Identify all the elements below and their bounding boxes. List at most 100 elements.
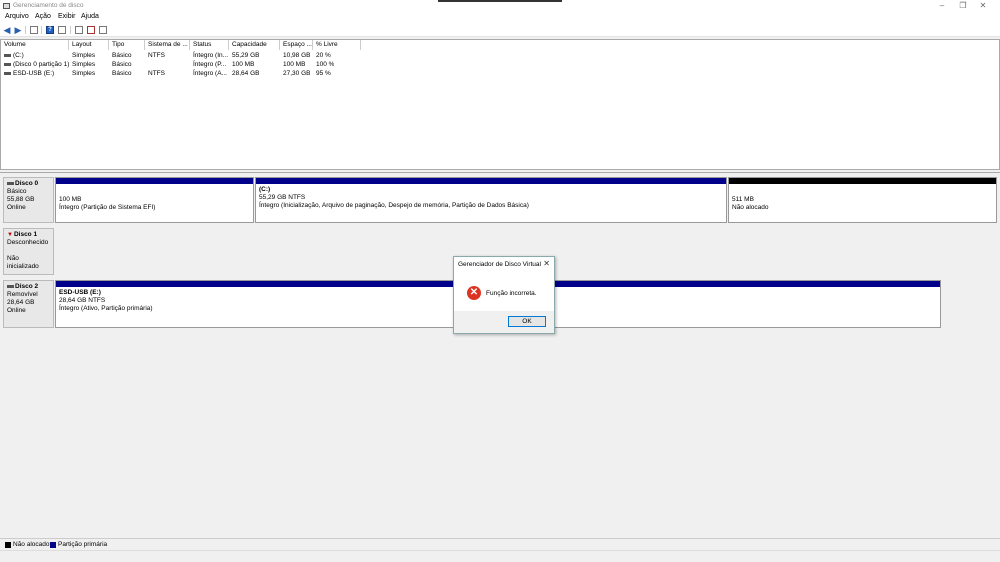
disk-spacer xyxy=(7,247,50,255)
back-arrow-icon[interactable]: ◀ xyxy=(3,26,11,35)
dialog-title: Gerenciador de Disco Virtual xyxy=(458,261,541,268)
disk-icon xyxy=(7,181,14,185)
drive-icon xyxy=(4,62,11,66)
disk-icon xyxy=(7,284,14,288)
menu-bar: Arquivo Ação Exibir Ajuda xyxy=(0,12,1000,23)
primary-partition-swatch xyxy=(50,542,56,548)
drive-icon xyxy=(4,71,11,75)
disk-name: ▼Disco 1 xyxy=(7,231,38,238)
volume-list-header: Volume Layout Tipo Sistema de ... Status… xyxy=(1,40,361,50)
table-row[interactable]: (C:) Simples Básico NTFS Íntegro (In... … xyxy=(1,51,401,60)
layout-cell: Simples xyxy=(72,61,96,68)
toolbar-separator xyxy=(25,26,26,34)
partition-title: (C:) xyxy=(259,186,271,193)
layout-cell: Simples xyxy=(72,70,96,77)
error-icon: ✕ xyxy=(467,286,481,300)
menu-ajuda[interactable]: Ajuda xyxy=(81,13,99,20)
disk-size: 28,64 GB xyxy=(7,299,35,306)
disk-0-label[interactable]: Disco 0 Básico 55,88 GB Online xyxy=(3,177,54,223)
partition-size: 55,29 GB NTFS xyxy=(259,194,306,201)
help-icon[interactable]: ? xyxy=(46,26,54,34)
partition-status: Íntegro (Partição de Sistema EFI) xyxy=(59,204,156,211)
tipo-cell: Básico xyxy=(112,52,132,59)
filesystem-cell: NTFS xyxy=(148,52,165,59)
properties-icon[interactable] xyxy=(58,26,66,34)
status-cell: Íntegro (P... xyxy=(193,61,227,68)
unallocated-space[interactable]: 511 MB Não alocado xyxy=(728,177,997,223)
disk-name: Disco 0 xyxy=(7,180,50,188)
dialog-close-icon[interactable]: ✕ xyxy=(543,259,550,268)
legend-unallocated: Não alocado xyxy=(13,541,50,548)
status-bar xyxy=(0,550,1000,562)
list-view-icon[interactable] xyxy=(99,26,107,34)
legend: Não alocado Partição primária xyxy=(0,538,1000,550)
capacity-cell: 55,29 GB xyxy=(232,52,260,59)
free-space-cell: 10,98 GB xyxy=(283,52,311,59)
menu-arquivo[interactable]: Arquivo xyxy=(5,13,29,20)
error-arrow-icon: ▼ xyxy=(7,232,13,238)
free-space-cell: 100 MB xyxy=(283,61,306,68)
tipo-cell: Básico xyxy=(112,61,132,68)
toolbar-separator xyxy=(41,26,42,34)
volume-cell: ESD-USB (E:) xyxy=(4,69,54,78)
column-espaco[interactable]: Espaço ... xyxy=(280,40,313,50)
efi-partition[interactable]: 100 MB Íntegro (Partição de Sistema EFI) xyxy=(55,177,254,223)
c-partition[interactable]: (C:) 55,29 GB NTFS Íntegro (Inicializaçã… xyxy=(255,177,727,223)
title-drag-indicator xyxy=(438,0,562,2)
connect-icon[interactable] xyxy=(75,26,83,34)
disk-status: Online xyxy=(7,204,26,211)
table-row[interactable]: (Disco 0 partição 1) Simples Básico Ínte… xyxy=(1,60,401,69)
app-icon xyxy=(3,3,10,9)
partition-size: 100 MB xyxy=(59,196,82,203)
dialog-footer: OK xyxy=(454,311,554,333)
column-sistema[interactable]: Sistema de ... xyxy=(145,40,190,50)
toolbar-separator xyxy=(70,26,71,34)
layout-cell: Simples xyxy=(72,52,96,59)
toolbar: ◀ ▶ ? xyxy=(0,23,1000,37)
column-livre[interactable]: % Livre xyxy=(313,40,361,50)
column-capacidade[interactable]: Capacidade xyxy=(229,40,280,50)
disk-2-label[interactable]: Disco 2 Removível 28,64 GB Online xyxy=(3,280,54,328)
column-layout[interactable]: Layout xyxy=(69,40,109,50)
column-status[interactable]: Status xyxy=(190,40,229,50)
capacity-cell: 100 MB xyxy=(232,61,255,68)
capacity-cell: 28,64 GB xyxy=(232,70,260,77)
menu-exibir[interactable]: Exibir xyxy=(58,13,76,20)
disk-name: Disco 2 xyxy=(7,283,50,291)
volume-cell: (Disco 0 partição 1) xyxy=(4,60,69,69)
column-tipo[interactable]: Tipo xyxy=(109,40,145,50)
percent-free-cell: 100 % xyxy=(316,61,335,68)
disk-type: Removível xyxy=(7,291,38,298)
disk-size: 55,88 GB xyxy=(7,196,35,203)
status-cell: Íntegro (A... xyxy=(193,70,227,77)
percent-free-cell: 95 % xyxy=(316,70,331,77)
partition-size: 511 MB xyxy=(732,196,754,203)
ok-button[interactable]: OK xyxy=(508,316,546,327)
disk-graphic-view: Disco 0 Básico 55,88 GB Online 100 MB Ín… xyxy=(0,172,1000,538)
percent-free-cell: 20 % xyxy=(316,52,331,59)
legend-primary-partition: Partição primária xyxy=(58,541,108,548)
partition-status: Não alocado xyxy=(732,204,769,211)
disk-status: Não inicializado xyxy=(7,255,39,270)
volume-list: Volume Layout Tipo Sistema de ... Status… xyxy=(0,39,1000,170)
filesystem-cell: NTFS xyxy=(148,70,165,77)
free-space-cell: 27,30 GB xyxy=(283,70,311,77)
forward-arrow-icon[interactable]: ▶ xyxy=(14,26,22,35)
close-button[interactable]: ✕ xyxy=(966,0,1000,12)
dialog-message: Função incorreta. xyxy=(486,290,537,297)
window-title: Gerenciamento de disco xyxy=(13,2,84,9)
disk-status: Online xyxy=(7,307,26,314)
disk-type: Desconhecido xyxy=(7,239,49,246)
delete-icon[interactable] xyxy=(87,26,95,34)
column-volume[interactable]: Volume xyxy=(1,40,69,50)
console-tree-icon[interactable] xyxy=(30,26,38,34)
error-dialog: Gerenciador de Disco Virtual ✕ ✕ Função … xyxy=(453,256,555,334)
disk-1-label[interactable]: ▼Disco 1 Desconhecido Não inicializado xyxy=(3,228,54,275)
drive-icon xyxy=(4,53,11,57)
status-cell: Íntegro (In... xyxy=(193,52,229,59)
volume-cell: (C:) xyxy=(4,51,24,60)
menu-acao[interactable]: Ação xyxy=(35,13,51,20)
tipo-cell: Básico xyxy=(112,70,132,77)
unallocated-swatch xyxy=(5,542,11,548)
table-row[interactable]: ESD-USB (E:) Simples Básico NTFS Íntegro… xyxy=(1,69,401,78)
